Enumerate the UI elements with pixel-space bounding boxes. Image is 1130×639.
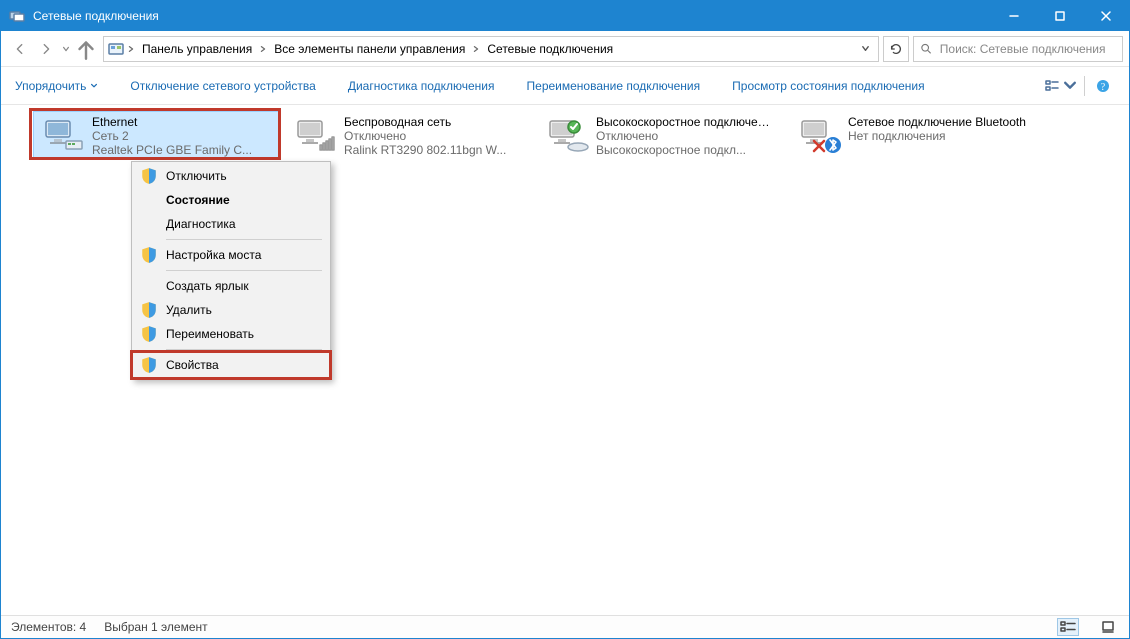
connection-device: Высокоскоростное подкл... [596,143,776,157]
breadcrumb-control-panel[interactable]: Панель управления [138,37,256,61]
status-selection: Выбран 1 элемент [104,620,207,634]
connection-item-broadband[interactable]: Высокоскоростное подключение Отключено В… [537,111,783,159]
address-bar[interactable]: Панель управления Все элементы панели уп… [103,36,879,62]
close-button[interactable] [1083,1,1129,31]
connection-item-wifi[interactable]: Беспроводная сеть Отключено Ralink RT329… [285,111,531,159]
statusbar: Элементов: 4 Выбран 1 элемент [1,615,1129,638]
search-box[interactable] [913,36,1123,62]
ctx-shortcut[interactable]: Создать ярлык [134,274,328,298]
cmd-rename[interactable]: Переименование подключения [525,67,703,104]
ctx-disable[interactable]: Отключить [134,164,328,188]
broadband-icon [544,115,590,155]
chevron-right-icon[interactable] [471,45,481,53]
address-dropdown[interactable] [856,37,874,61]
network-connections-window: Сетевые подключения Панель управления Вс… [0,0,1130,639]
connection-status: Нет подключения [848,129,1026,143]
bluetooth-icon [796,115,842,155]
connection-status: Отключено [344,129,506,143]
ethernet-icon [40,115,86,155]
connection-status: Отключено [596,129,776,143]
help-button[interactable]: ? [1089,73,1117,99]
titlebar: Сетевые подключения [1,1,1129,31]
connection-name: Ethernet [92,115,252,129]
window-icon [9,8,25,24]
view-options-button[interactable] [1042,73,1080,99]
history-dropdown[interactable] [59,36,73,62]
search-icon [920,42,932,55]
view-large-icons-button[interactable] [1097,618,1119,636]
svg-text:?: ? [1101,82,1106,93]
connection-name: Сетевое подключение Bluetooth [848,115,1026,129]
ctx-state[interactable]: Состояние [134,188,328,212]
navbar: Панель управления Все элементы панели уп… [1,31,1129,67]
ctx-separator [166,239,322,240]
chevron-right-icon[interactable] [258,45,268,53]
refresh-button[interactable] [883,36,909,62]
command-bar: Упорядочить Отключение сетевого устройст… [1,67,1129,105]
shield-icon [140,325,158,343]
ctx-properties[interactable]: Свойства [134,353,328,377]
search-input[interactable] [938,41,1116,57]
breadcrumb-all-items[interactable]: Все элементы панели управления [270,37,469,61]
connection-name: Беспроводная сеть [344,115,506,129]
shield-icon [140,167,158,185]
cmd-status[interactable]: Просмотр состояния подключения [730,67,926,104]
forward-button[interactable] [33,36,59,62]
window-controls [991,1,1129,31]
ctx-bridge[interactable]: Настройка моста [134,243,328,267]
wifi-icon [292,115,338,155]
cmd-diagnose[interactable]: Диагностика подключения [346,67,497,104]
up-button[interactable] [73,36,99,62]
view-details-button[interactable] [1057,618,1079,636]
cmd-disable-device[interactable]: Отключение сетевого устройства [128,67,317,104]
control-panel-icon [108,41,124,57]
chevron-down-icon [1062,78,1078,94]
ctx-separator [166,270,322,271]
shield-icon [140,301,158,319]
connection-item-ethernet[interactable]: Ethernet Сеть 2 Realtek PCIe GBE Family … [33,111,279,159]
minimize-button[interactable] [991,1,1037,31]
connection-status: Сеть 2 [92,129,252,143]
connection-item-bluetooth[interactable]: Сетевое подключение Bluetooth Нет подклю… [789,111,1035,159]
chevron-down-icon [90,82,98,90]
shield-icon [140,246,158,264]
ctx-rename[interactable]: Переименовать [134,322,328,346]
maximize-button[interactable] [1037,1,1083,31]
connection-device: Realtek PCIe GBE Family C... [92,143,252,157]
context-menu: Отключить Состояние Диагностика Настройк… [131,161,331,380]
connection-device: Ralink RT3290 802.11bgn W... [344,143,506,157]
ctx-delete[interactable]: Удалить [134,298,328,322]
connection-name: Высокоскоростное подключение [596,115,776,129]
chevron-right-icon[interactable] [126,45,136,53]
breadcrumb-network-connections[interactable]: Сетевые подключения [483,37,617,61]
status-count: Элементов: 4 [11,620,86,634]
shield-icon [140,356,158,374]
ctx-diag[interactable]: Диагностика [134,212,328,236]
window-title: Сетевые подключения [33,9,991,23]
back-button[interactable] [7,36,33,62]
cmd-organize[interactable]: Упорядочить [13,67,100,104]
ctx-separator [166,349,322,350]
